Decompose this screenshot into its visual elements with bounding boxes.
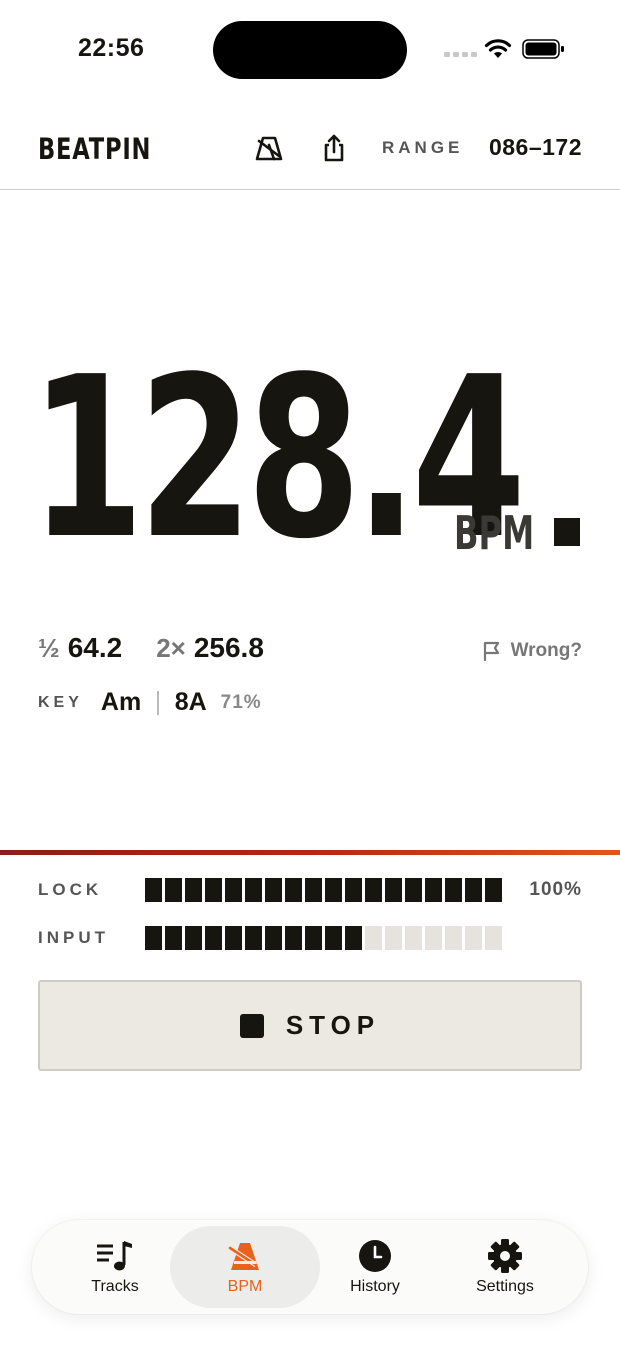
meter-segment (385, 926, 402, 950)
meter-segment (365, 878, 382, 902)
tab-history[interactable]: History (300, 1226, 450, 1308)
meter-segment (445, 926, 462, 950)
tab-bpm[interactable]: BPM (170, 1226, 320, 1308)
meter-segment (365, 926, 382, 950)
report-wrong-button[interactable]: Wrong? (481, 640, 582, 662)
share-icon[interactable] (318, 132, 350, 164)
range-value[interactable]: 086–172 (489, 134, 582, 161)
meter-segment (425, 926, 442, 950)
meter-segment (345, 878, 362, 902)
meter-segment (465, 926, 482, 950)
meter-segment (205, 926, 222, 950)
music-list-icon (97, 1241, 132, 1271)
app-header: BEATPIN RANGE 086–172 (0, 110, 620, 190)
meter-segment (245, 878, 262, 902)
meter-segment (305, 878, 322, 902)
meter-segment (405, 926, 422, 950)
gear-icon (488, 1239, 522, 1273)
battery-icon (522, 39, 564, 59)
key-confidence: 71% (220, 691, 262, 713)
meter-segment (305, 926, 322, 950)
input-label: INPUT (38, 928, 109, 947)
camelot-value: 8A (174, 688, 207, 716)
meter-segment (425, 878, 442, 902)
signal-icon (444, 52, 477, 57)
meter-segment (465, 878, 482, 902)
meter-segment (285, 926, 302, 950)
meter-segment (325, 926, 342, 950)
double-prefix: 2× (156, 633, 186, 663)
tab-tracks-label: Tracks (91, 1278, 139, 1295)
meter-segment (185, 926, 202, 950)
meter-segment (165, 926, 182, 950)
meter-segment (265, 926, 282, 950)
lock-meter (145, 878, 502, 902)
stop-label: STOP (285, 1010, 381, 1040)
meter-segment (345, 926, 362, 950)
tempo-alternatives: ½ 64.2 2× 256.8 (38, 632, 264, 664)
meter-segment (325, 878, 342, 902)
meter-segment (145, 926, 162, 950)
meter-segment (205, 878, 222, 902)
key-label: KEY (38, 693, 83, 711)
stop-icon (239, 1013, 264, 1038)
lock-label: LOCK (38, 880, 103, 899)
stop-button[interactable]: STOP (38, 980, 582, 1071)
meter-segment (165, 878, 182, 902)
tab-tracks[interactable]: Tracks (40, 1226, 190, 1308)
clock-icon (359, 1240, 391, 1272)
meter-segment (245, 926, 262, 950)
beat-indicator (554, 518, 580, 546)
double-tempo-value[interactable]: 256.8 (194, 632, 264, 664)
divider-gradient (0, 850, 620, 855)
wifi-icon (484, 39, 512, 58)
meter-segment (485, 878, 502, 902)
metronome-icon (228, 1243, 259, 1270)
bpm-value: 128.4 (30, 330, 526, 588)
meter-segment (405, 878, 422, 902)
meter-segment (265, 878, 282, 902)
half-prefix: ½ (38, 633, 60, 663)
lock-percent: 100% (529, 879, 582, 900)
key-divider (157, 690, 159, 715)
range-label: RANGE (382, 138, 464, 157)
meter-segment (185, 878, 202, 902)
tab-settings-label: Settings (476, 1278, 534, 1295)
meter-segment (485, 926, 502, 950)
meter-segment (385, 878, 402, 902)
meter-segment (285, 878, 302, 902)
status-bar: 22:56 (0, 0, 620, 100)
tab-history-label: History (350, 1278, 400, 1295)
app-logo: BEATPIN (38, 132, 152, 166)
status-time: 22:56 (78, 34, 145, 62)
metronome-off-icon[interactable] (253, 132, 285, 164)
wrong-label: Wrong? (510, 640, 582, 661)
meter-segment (145, 878, 162, 902)
half-tempo-value[interactable]: 64.2 (68, 632, 123, 664)
tab-bpm-label: BPM (227, 1278, 263, 1295)
tab-settings[interactable]: Settings (430, 1226, 580, 1308)
bpm-unit: BPM (454, 506, 535, 560)
key-row: KEY Am 8A 71% (38, 688, 262, 717)
key-value: Am (100, 688, 142, 716)
meter-segment (225, 878, 242, 902)
meter-segment (445, 878, 462, 902)
meter-segment (225, 926, 242, 950)
input-meter (145, 926, 502, 950)
flag-icon (483, 641, 499, 662)
tab-bar: Tracks BPM History Settings (32, 1220, 588, 1314)
dynamic-island (213, 21, 407, 79)
